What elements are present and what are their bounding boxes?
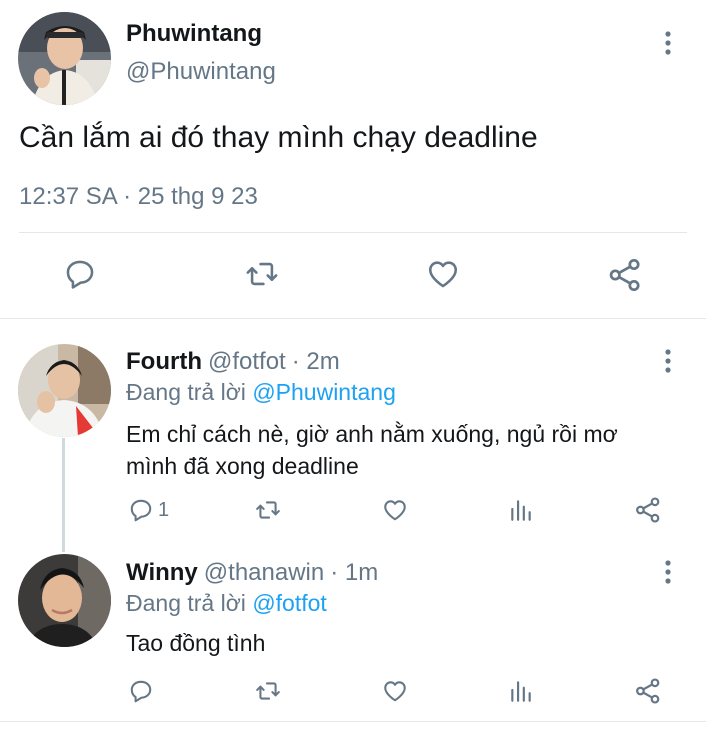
author-handle[interactable]: @fotfot bbox=[208, 348, 286, 375]
more-options-icon[interactable] bbox=[662, 30, 674, 56]
reply-button[interactable] bbox=[63, 257, 97, 291]
retweet-icon bbox=[256, 682, 280, 700]
like-icon bbox=[428, 261, 458, 288]
tweet-text: Cần lắm ai đó thay mình chạy deadline bbox=[19, 121, 538, 154]
replying-to: Đang trả lời @fotfot bbox=[126, 590, 327, 617]
like-button[interactable] bbox=[425, 257, 461, 291]
author-handle[interactable]: @Phuwintang bbox=[126, 58, 276, 86]
avatar-fourth[interactable] bbox=[18, 344, 111, 437]
reply-icon bbox=[130, 680, 152, 703]
retweet-button[interactable] bbox=[254, 678, 282, 704]
reply-icon bbox=[66, 260, 94, 289]
like-icon bbox=[384, 500, 406, 521]
replying-to-link[interactable]: @fotfot bbox=[252, 590, 327, 616]
share-icon bbox=[636, 678, 660, 704]
reply-text: Em chỉ cách nè, giờ anh nằm xuống, ngủ r… bbox=[126, 418, 686, 482]
reply-button[interactable]: 1 bbox=[128, 497, 169, 523]
replying-prefix: Đang trả lời bbox=[126, 379, 246, 405]
author-name-text[interactable]: Fourth bbox=[126, 348, 202, 375]
tweet-timestamp[interactable]: 12:37 SA · 25 thg 9 23 bbox=[19, 183, 258, 211]
more-options-icon[interactable] bbox=[662, 559, 674, 585]
retweet-icon bbox=[246, 262, 278, 286]
author-name[interactable]: Phuwintang bbox=[126, 20, 262, 48]
reply-text: Tao đồng tình bbox=[126, 630, 266, 656]
analytics-icon bbox=[511, 500, 531, 521]
relative-time[interactable]: · 2m bbox=[292, 348, 340, 375]
author-name-text[interactable]: Winny bbox=[126, 559, 198, 586]
replying-prefix: Đang trả lời bbox=[126, 590, 246, 616]
reply-count: 1 bbox=[158, 498, 170, 521]
author-name[interactable]: Winny @thanawin · 1m bbox=[126, 559, 378, 587]
thread-connector bbox=[62, 438, 65, 552]
share-icon bbox=[636, 497, 660, 523]
retweet-button[interactable] bbox=[254, 497, 282, 523]
like-button[interactable] bbox=[381, 497, 409, 523]
share-button[interactable] bbox=[634, 677, 662, 705]
author-handle[interactable]: @thanawin bbox=[204, 559, 324, 586]
replying-to-link[interactable]: @Phuwintang bbox=[252, 379, 396, 405]
divider bbox=[0, 318, 706, 319]
analytics-button[interactable] bbox=[508, 678, 534, 704]
author-name[interactable]: Fourth @fotfot · 2m bbox=[126, 348, 340, 376]
share-button[interactable] bbox=[634, 496, 662, 524]
avatar-phuwintang[interactable] bbox=[18, 12, 111, 105]
share-icon bbox=[609, 258, 640, 292]
replying-to: Đang trả lời @Phuwintang bbox=[126, 379, 396, 406]
reply-icon bbox=[130, 499, 152, 522]
share-button[interactable] bbox=[607, 257, 643, 293]
analytics-icon bbox=[511, 681, 531, 702]
relative-time[interactable]: · 1m bbox=[330, 559, 378, 586]
reply-text-line: Em chỉ cách nè, giờ anh nằm xuống, ngủ r… bbox=[126, 421, 618, 447]
like-button[interactable] bbox=[381, 678, 409, 704]
retweet-icon bbox=[256, 501, 280, 519]
retweet-button[interactable] bbox=[244, 257, 280, 291]
reply-button[interactable] bbox=[128, 678, 154, 704]
avatar-winny[interactable] bbox=[18, 554, 111, 647]
like-icon bbox=[384, 681, 406, 702]
divider bbox=[19, 232, 687, 233]
divider bbox=[0, 721, 706, 722]
more-options-icon[interactable] bbox=[662, 348, 674, 374]
reply-text-line: mình đã xong deadline bbox=[126, 453, 359, 479]
analytics-button[interactable] bbox=[508, 497, 534, 523]
